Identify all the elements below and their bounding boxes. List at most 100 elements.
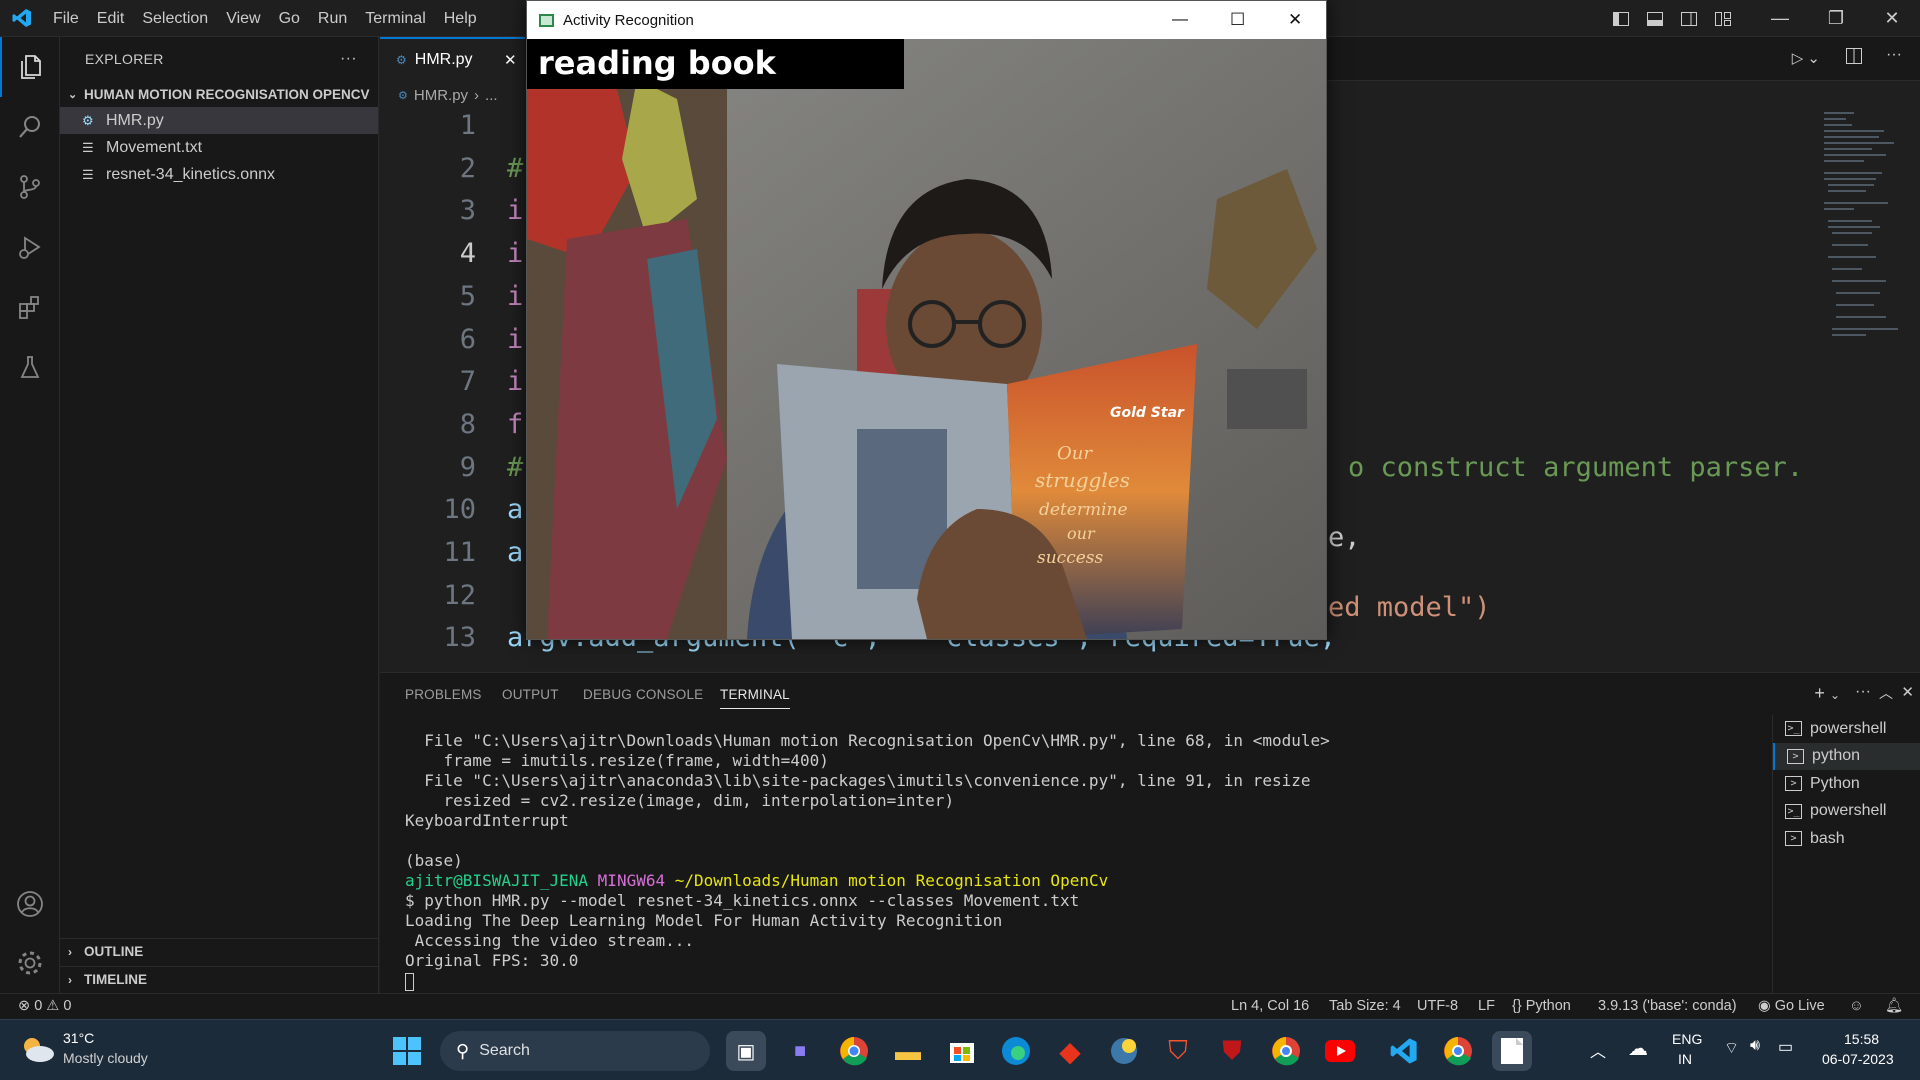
extensions-icon[interactable] — [0, 277, 60, 337]
outline-section[interactable]: › OUTLINE — [60, 938, 378, 964]
run-python-file-icon[interactable]: ▷ ⌄ — [1792, 49, 1820, 67]
terminal-item-powershell-2[interactable]: >_ powershell — [1773, 798, 1920, 826]
close-icon[interactable]: ✕ — [1864, 0, 1920, 37]
menu-terminal[interactable]: Terminal — [356, 0, 434, 37]
wifi-icon[interactable]: ⌔ — [1724, 1038, 1739, 1058]
encoding[interactable]: UTF-8 — [1417, 994, 1458, 1019]
file-item-resnet-onnx[interactable]: ☰ resnet-34_kinetics.onnx — [60, 161, 378, 188]
menu-run[interactable]: Run — [309, 0, 356, 37]
menu-go[interactable]: Go — [270, 0, 309, 37]
manage-gear-icon[interactable] — [0, 933, 60, 993]
tab-debug-console[interactable]: DEBUG CONSOLE — [583, 687, 703, 702]
file-item-hmr-py[interactable]: ⚙ HMR.py — [60, 107, 378, 134]
terminal-item-powershell[interactable]: >_ powershell — [1773, 715, 1920, 743]
menu-file[interactable]: File — [44, 0, 88, 37]
close-panel-icon[interactable]: ✕ — [1901, 683, 1914, 701]
menu-help[interactable]: Help — [435, 0, 486, 37]
vscode-taskbar-icon[interactable] — [1384, 1031, 1424, 1071]
chrome-icon[interactable] — [834, 1031, 874, 1071]
windows-taskbar: 31°C Mostly cloudy ⚲ Search ▣ ■ ▬ ◆ ⛉ ⛊ … — [0, 1019, 1920, 1080]
more-actions-icon[interactable]: ··· — [340, 50, 357, 68]
windows-start-icon[interactable] — [387, 1031, 427, 1071]
language-mode[interactable]: {} Python — [1512, 994, 1571, 1019]
terminal-item-bash[interactable]: > bash — [1773, 825, 1920, 853]
toggle-secondary-sidebar-icon[interactable] — [1672, 0, 1706, 37]
problems-status[interactable]: ⊗ 0 ⚠ 0 — [18, 994, 71, 1019]
explorer-icon[interactable] — [0, 37, 60, 97]
anydesk-icon[interactable]: ◆ — [1050, 1031, 1090, 1071]
clock-time[interactable]: 15:58 — [1844, 1031, 1879, 1047]
window-title-bar[interactable]: Activity Recognition — ☐ ✕ — [527, 1, 1326, 39]
testing-icon[interactable] — [0, 337, 60, 397]
run-debug-icon[interactable] — [0, 217, 60, 277]
chevron-right-icon: › — [474, 86, 480, 104]
panel-more-icon[interactable]: ··· — [1855, 683, 1871, 701]
editor-more-icon[interactable]: ··· — [1886, 46, 1902, 64]
end-of-line[interactable]: LF — [1478, 994, 1495, 1019]
weather-cloud-icon[interactable] — [20, 1034, 56, 1068]
file-explorer-icon[interactable]: ▬ — [888, 1031, 928, 1071]
toggle-panel-icon[interactable] — [1638, 0, 1672, 37]
teams-chat-icon[interactable]: ■ — [780, 1031, 820, 1071]
timeline-section[interactable]: › TIMELINE — [60, 966, 378, 992]
minimap[interactable] — [1820, 108, 1905, 348]
tab-terminal[interactable]: TERMINAL — [720, 687, 790, 709]
onedrive-cloud-icon[interactable]: ☁ — [1628, 1036, 1648, 1061]
maximize-icon[interactable]: ☐ — [1230, 10, 1245, 30]
terminal-output[interactable]: File "C:\Users\ajitr\Downloads\Human mot… — [405, 731, 1330, 991]
breadcrumb-more[interactable]: ... — [485, 87, 498, 104]
file-item-movement-txt[interactable]: ☰ Movement.txt — [60, 134, 378, 161]
language-indicator[interactable]: ENG — [1672, 1031, 1702, 1047]
toggle-primary-sidebar-icon[interactable] — [1604, 0, 1638, 37]
minimize-icon[interactable]: — — [1752, 0, 1808, 37]
youtube-icon[interactable] — [1320, 1031, 1360, 1071]
tab-problems[interactable]: PROBLEMS — [405, 687, 482, 702]
folder-header[interactable]: ⌄ HUMAN MOTION RECOGNISATION OPENCV — [60, 81, 378, 107]
weather-status[interactable]: Mostly cloudy — [63, 1050, 148, 1066]
task-view-icon[interactable]: ▣ — [726, 1031, 766, 1071]
terminal-line: KeyboardInterrupt — [405, 811, 569, 830]
customize-layout-icon[interactable] — [1706, 0, 1740, 37]
search-icon[interactable] — [0, 97, 60, 157]
minimize-icon[interactable]: — — [1172, 11, 1188, 29]
taskbar-search-box[interactable]: ⚲ Search — [440, 1031, 710, 1071]
maximize-panel-icon[interactable]: ︿ — [1879, 683, 1893, 703]
edge-icon[interactable] — [996, 1031, 1036, 1071]
breadcrumb-file[interactable]: HMR.py — [414, 87, 468, 104]
notepad-icon[interactable] — [1492, 1031, 1532, 1071]
microsoft-store-icon[interactable] — [942, 1031, 982, 1071]
notifications-bell-icon[interactable]: 🔔︎ — [1885, 994, 1903, 1019]
show-hidden-icons-icon[interactable]: ︿ — [1590, 1038, 1606, 1062]
terminal-item-python-2[interactable]: > Python — [1773, 770, 1920, 798]
volume-icon[interactable]: 🔊︎ — [1750, 1037, 1760, 1055]
close-tab-icon[interactable]: ✕ — [504, 51, 517, 69]
python-idle-icon[interactable] — [1104, 1031, 1144, 1071]
chrome-profile-2-icon[interactable] — [1438, 1031, 1478, 1071]
weather-temp[interactable]: 31°C — [63, 1030, 94, 1046]
vscode-logo-icon[interactable] — [0, 0, 44, 37]
tab-size[interactable]: Tab Size: 4 — [1329, 994, 1401, 1019]
restore-icon[interactable]: ❐ — [1808, 0, 1864, 37]
new-terminal-icon[interactable]: + ⌄ — [1814, 683, 1840, 704]
tab-hmr-py[interactable]: ⚙ HMR.py ✕ — [380, 37, 525, 81]
tab-output[interactable]: OUTPUT — [502, 687, 559, 702]
activity-recognition-window[interactable]: Activity Recognition — ☐ ✕ Gold Star Our… — [526, 0, 1327, 640]
region-indicator[interactable]: IN — [1678, 1051, 1692, 1067]
brave-icon[interactable]: ⛉ — [1158, 1031, 1198, 1071]
cursor-position[interactable]: Ln 4, Col 16 — [1231, 994, 1309, 1019]
source-control-icon[interactable] — [0, 157, 60, 217]
feedback-icon[interactable]: ☺ — [1849, 994, 1864, 1019]
menu-view[interactable]: View — [217, 0, 269, 37]
python-interpreter[interactable]: 3.9.13 ('base': conda) — [1598, 994, 1737, 1019]
menu-selection[interactable]: Selection — [133, 0, 217, 37]
menu-edit[interactable]: Edit — [88, 0, 134, 37]
split-editor-icon[interactable] — [1846, 48, 1862, 68]
clock-date[interactable]: 06-07-2023 — [1822, 1051, 1894, 1067]
go-live-button[interactable]: ◉ Go Live — [1758, 994, 1825, 1019]
close-icon[interactable]: ✕ — [1288, 10, 1302, 30]
battery-icon[interactable]: ▭ — [1778, 1037, 1793, 1057]
chrome-profile-icon[interactable] — [1266, 1031, 1306, 1071]
terminal-item-python[interactable]: > python — [1773, 742, 1920, 770]
accounts-icon[interactable] — [0, 874, 60, 934]
mcafee-icon[interactable]: ⛊ — [1212, 1031, 1252, 1071]
